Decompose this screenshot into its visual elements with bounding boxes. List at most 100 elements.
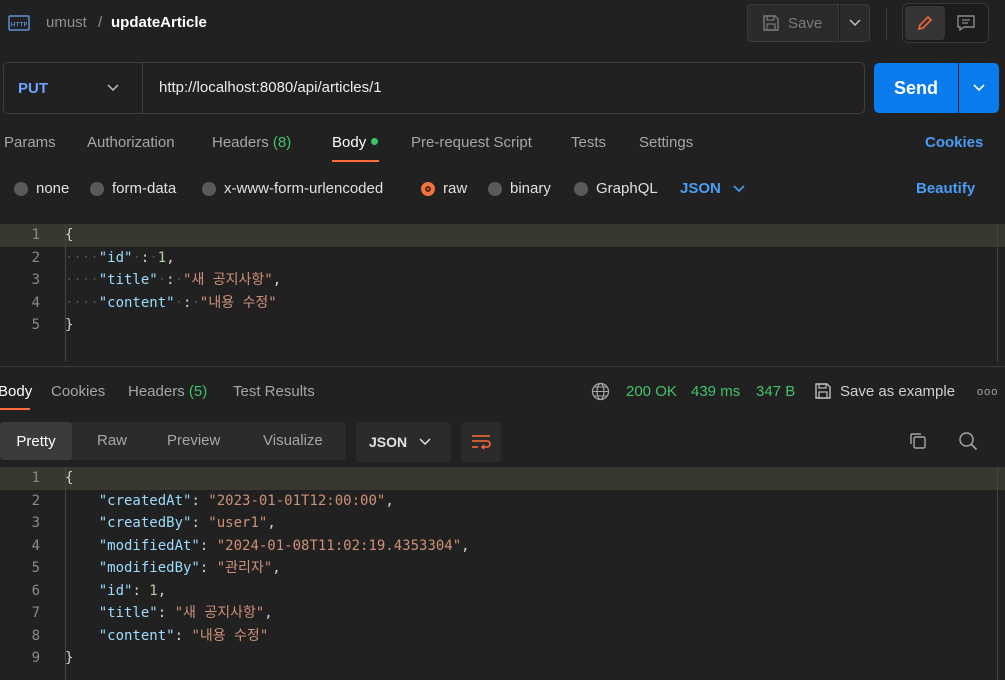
response-tab-headers[interactable]: Headers (5) [128,383,207,400]
line-number: 8 [31,627,40,644]
tab-authorization[interactable]: Authorization [87,134,175,151]
line-number: 1 [31,227,40,243]
json-key: "content" [98,627,175,644]
line-number: 2 [31,492,40,509]
tab-settings[interactable]: Settings [639,134,693,151]
chevron-down-icon[interactable] [106,80,120,94]
mode-pretty[interactable]: Pretty [0,422,72,460]
tab-tests[interactable]: Tests [571,134,606,151]
response-status[interactable]: 200 OK [626,383,677,400]
edit-mode-button[interactable] [905,6,945,40]
response-tab-test-results[interactable]: Test Results [233,383,315,400]
line-number: 4 [31,537,40,554]
url-input[interactable]: http://localhost:8080/api/articles/1 [159,79,382,96]
line-number: 9 [31,650,40,666]
line-number: 3 [31,272,40,288]
save-button[interactable]: Save [747,4,839,42]
breadcrumb-collection[interactable]: umust [46,14,87,31]
radio-graphql[interactable]: GraphQL [574,180,658,197]
mode-preview[interactable]: Preview [167,432,220,449]
code-line: 4 ····"content"·:·"내용 수정" [0,292,1005,315]
send-dropdown-button[interactable] [959,63,999,113]
pencil-icon [917,15,933,31]
body-format-label: JSON [680,180,721,197]
http-request-icon: HTTP [8,15,30,31]
wrap-lines-icon [472,435,491,450]
search-icon[interactable] [958,431,978,451]
send-button[interactable]: Send [874,63,958,113]
url-divider [142,63,143,113]
request-name[interactable]: updateArticle [111,14,207,31]
radio-urlencoded-label: x-www-form-urlencoded [224,180,384,197]
mode-raw[interactable]: Raw [97,432,127,449]
tab-active-underline [0,408,30,410]
response-format-label: JSON [369,434,408,450]
radio-graphql-label: GraphQL [596,180,658,197]
headers-count: (8) [272,134,292,151]
copy-icon[interactable] [908,431,928,451]
radio-raw[interactable]: raw [421,180,467,197]
line-number: 5 [31,560,40,576]
response-format-select[interactable]: JSON [356,422,451,462]
beautify-button[interactable]: Beautify [916,180,975,197]
pane-splitter[interactable] [0,366,1005,367]
chevron-down-icon [973,84,985,92]
json-value: "새 공지사항" [183,272,273,288]
radio-form-data-label: form-data [112,180,177,197]
code-line: 2 ····"id"·:·1, [0,247,1005,270]
body-indicator-dot [371,138,379,145]
code-line: 6 "id": 1, [0,580,1005,603]
method-select[interactable]: PUT [18,80,48,97]
tab-params[interactable]: Params [4,134,56,151]
radio-circle [488,181,502,196]
breadcrumb-separator: / [98,14,103,31]
more-options-icon[interactable]: ooo [977,386,998,398]
response-time[interactable]: 439 ms [691,383,740,400]
radio-circle [574,181,588,196]
save-as-example-label: Save as example [840,382,956,400]
send-label: Send [893,77,938,98]
code-line: 4 "modifiedAt": "2024-01-08T11:02:19.435… [0,535,1005,558]
radio-urlencoded[interactable]: x-www-form-urlencoded [202,180,383,197]
tab-body[interactable]: Body [332,134,379,151]
radio-binary-label: binary [510,180,551,197]
line-number: 5 [31,317,40,333]
code-text: } [65,650,74,666]
save-as-example-button[interactable]: Save as example [814,382,955,400]
json-key: "title" [98,272,158,288]
response-size[interactable]: 347 B [756,383,795,400]
line-number: 3 [31,515,40,531]
comments-button[interactable] [947,6,985,40]
radio-circle [90,181,104,196]
save-icon [815,383,831,399]
mode-pretty-label: Pretty [16,432,56,450]
line-number: 4 [31,294,40,311]
request-body-editor[interactable]: 1{ 2 ····"id"·:·1, 3 ····"title"·:·"새 공지사항… [0,223,1005,363]
globe-icon[interactable] [591,382,610,401]
chevron-down-icon [848,19,861,27]
json-value: 1 [157,249,167,266]
line-number: 7 [31,605,40,621]
radio-none[interactable]: none [14,180,69,197]
json-key: "createdBy" [98,515,192,531]
radio-form-data[interactable]: form-data [90,180,176,197]
radio-binary[interactable]: binary [488,180,551,197]
wrap-lines-button[interactable] [461,422,501,462]
code-line: 3 "createdBy": "user1", [0,512,1005,535]
code-line: 9} [0,647,1005,670]
line-number: 2 [31,249,40,266]
json-value: "새 공지사항" [174,605,265,621]
mode-visualize[interactable]: Visualize [263,432,323,449]
tab-headers[interactable]: Headers (8) [212,134,291,151]
response-tab-body[interactable]: Body [0,383,32,400]
cookies-link[interactable]: Cookies [925,134,983,151]
response-tab-cookies[interactable]: Cookies [51,383,105,400]
save-dropdown-button[interactable] [839,4,870,42]
response-body-viewer[interactable]: 1{ 2 "createdAt": "2023-01-01T12:00:00",… [0,467,1005,680]
code-line: 3 ····"title"·:·"새 공지사항", [0,269,1005,292]
json-value: 1 [149,582,158,599]
body-format-select[interactable]: JSON [680,180,745,197]
json-value: "내용 수정" [191,627,269,644]
tab-prerequest-script[interactable]: Pre-request Script [411,134,532,151]
radio-raw-label: raw [443,180,468,197]
